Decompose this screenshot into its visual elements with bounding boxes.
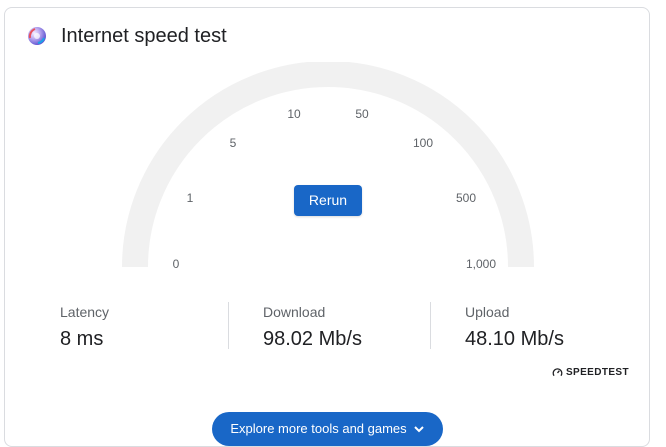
speedtest-attribution[interactable]: SPEEDTEST xyxy=(552,367,629,378)
stat-divider xyxy=(228,302,229,349)
gauge-icon xyxy=(552,368,563,377)
download-stat: Download 98.02 Mb/s xyxy=(263,303,362,351)
latency-value: 8 ms xyxy=(60,328,104,350)
upload-value: 48.10 Mb/s xyxy=(465,328,564,350)
explore-more-button[interactable]: Explore more tools and games xyxy=(212,412,443,446)
gauge-tick: 1 xyxy=(186,191,194,205)
stat-divider xyxy=(430,302,431,349)
page-title: Internet speed test xyxy=(61,25,227,47)
gauge-tick: 100 xyxy=(412,136,434,150)
speedtest-logo-icon xyxy=(28,27,46,45)
explore-label: Explore more tools and games xyxy=(230,420,407,436)
download-value: 98.02 Mb/s xyxy=(263,328,362,350)
gauge-tick: 500 xyxy=(455,191,477,205)
gauge-tick: 10 xyxy=(287,107,301,121)
upload-stat: Upload 48.10 Mb/s xyxy=(465,303,564,351)
gauge-tick: 5 xyxy=(229,136,237,150)
speed-gauge xyxy=(122,62,534,268)
gauge-tick: 0 xyxy=(172,257,180,271)
download-label: Download xyxy=(263,304,326,320)
upload-label: Upload xyxy=(465,304,510,320)
gauge-tick: 1,000 xyxy=(465,257,497,271)
speedtest-label: SPEEDTEST xyxy=(565,367,629,378)
latency-label: Latency xyxy=(60,304,110,320)
latency-stat: Latency 8 ms xyxy=(60,303,109,351)
rerun-button[interactable]: Rerun xyxy=(294,185,362,216)
gauge-tick: 50 xyxy=(355,107,369,121)
gauge-track xyxy=(122,62,534,268)
chevron-down-icon xyxy=(413,426,424,433)
